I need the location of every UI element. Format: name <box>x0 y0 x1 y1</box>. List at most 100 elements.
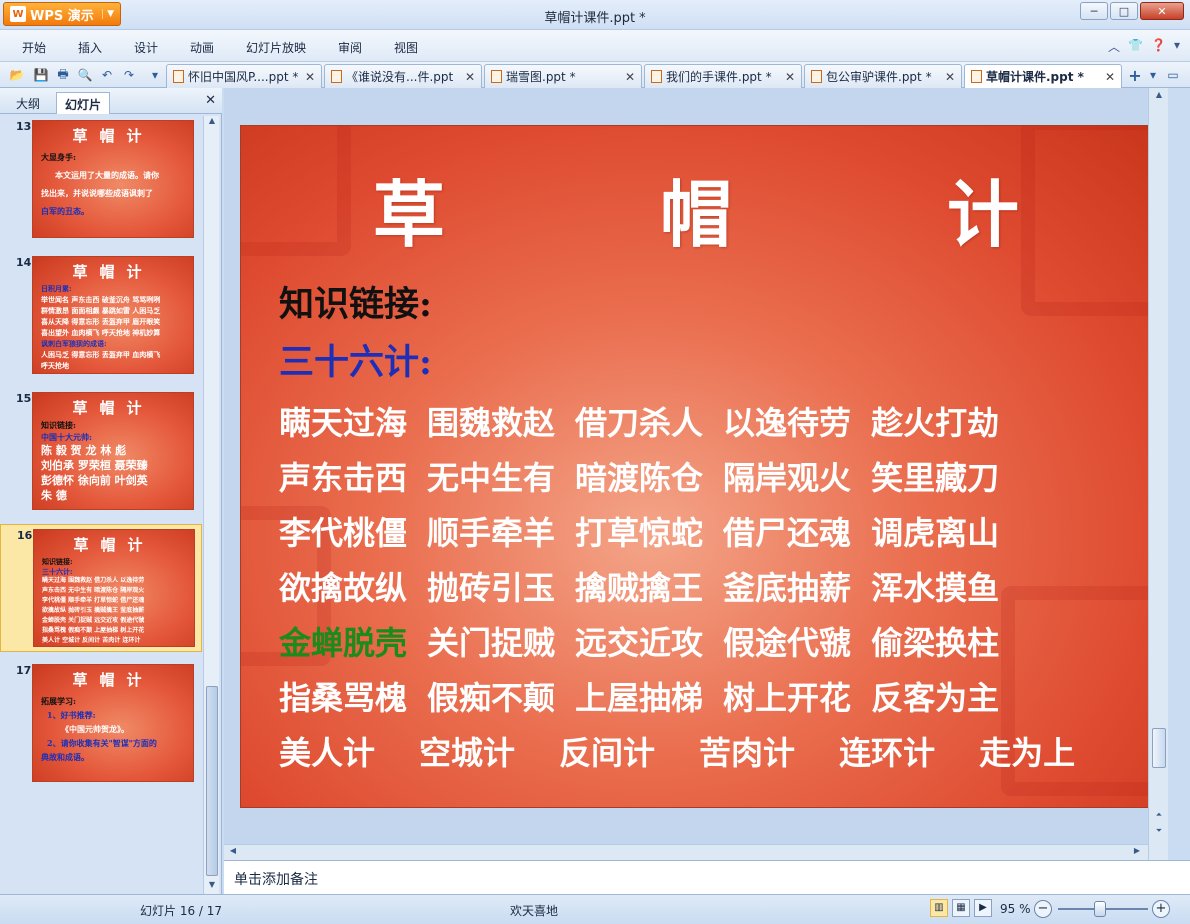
customize-toolbar-icon[interactable]: ▾ <box>146 66 164 84</box>
zoom-in-button[interactable]: + <box>1152 900 1170 918</box>
open-folder-icon[interactable]: 📂 <box>8 66 26 84</box>
stratagem: 反客为主 <box>871 679 1000 717</box>
menu-review[interactable]: 审阅 <box>338 39 362 56</box>
menu-view[interactable]: 视图 <box>394 39 418 56</box>
tab-document-5[interactable]: 包公审驴课件.ppt * ✕ <box>804 64 962 88</box>
scroll-up-icon[interactable]: ▲ <box>1152 90 1166 104</box>
stratagem: 偷梁换柱 <box>871 624 1000 662</box>
slide-thumbnail-17[interactable]: 17 草帽计 拓展学习: 1、好书推荐: 《中国元帅贺龙》。 2、请你收集有关"… <box>0 660 202 788</box>
print-icon[interactable]: 🖶 <box>54 66 72 84</box>
slide-number: 13 <box>16 120 32 133</box>
slide-counter: 幻灯片 16 / 17 <box>140 904 223 918</box>
slide-thumbnail-14[interactable]: 14 草帽计 日积月累: 举世闻名 声东击西 破釜沉舟 骂骂咧咧 群情激昂 面面… <box>0 252 202 380</box>
ppt-file-icon <box>331 70 342 83</box>
redo-icon[interactable]: ↷ <box>120 66 138 84</box>
undo-icon[interactable]: ↶ <box>98 66 116 84</box>
scroll-down-icon[interactable]: ▼ <box>205 880 219 894</box>
scroll-right-icon[interactable]: ▶ <box>1130 846 1144 860</box>
thumb-line: 美人计 空城计 反间计 苦肉计 连环计 <box>42 637 141 644</box>
slide-title: 草 帽 计 <box>372 172 1115 257</box>
stratagem: 借刀杀人 <box>575 404 704 442</box>
slide-thumbnail-15[interactable]: 15 草帽计 知识链接: 中国十大元帅: 陈 毅 贺 龙 林 彪 刘伯承 罗荣桓… <box>0 388 202 516</box>
collapse-ribbon-icon[interactable]: ︿ <box>1108 38 1120 55</box>
stratagem-row: 美人计 空城计 反间计 苦肉计 连环计 走为上 <box>279 728 1119 772</box>
scroll-left-icon[interactable]: ◀ <box>226 846 240 860</box>
tab-list-dropdown-icon[interactable]: ▾ <box>1144 66 1162 84</box>
zoom-slider-handle[interactable] <box>1094 901 1106 917</box>
stratagem: 隔岸观火 <box>723 459 852 497</box>
stratagem: 趁火打劫 <box>871 404 1000 442</box>
next-slide-icon[interactable]: ⏷ <box>1152 826 1166 840</box>
edit-vertical-scrollbar[interactable]: ▲ ⏶ ⏷ <box>1148 88 1168 860</box>
tab-document-3[interactable]: 瑞雪图.ppt * ✕ <box>484 64 642 88</box>
ppt-file-icon <box>971 70 982 83</box>
thumb-line: 2、请你收集有关"智谋"方面的 <box>47 738 157 748</box>
scrollbar-thumb[interactable] <box>1152 728 1166 768</box>
zoom-out-button[interactable]: − <box>1034 900 1052 918</box>
more-dropdown-icon[interactable]: ▾ <box>1174 38 1180 55</box>
thumb-title: 草帽计 <box>72 263 154 281</box>
thumb-line: 典故和成语。 <box>41 752 89 762</box>
ppt-file-icon <box>491 70 502 83</box>
notes-placeholder: 单击添加备注 <box>234 872 318 888</box>
stratagem: 暗渡陈仓 <box>575 459 704 497</box>
skin-shirt-icon[interactable]: 👕 <box>1128 38 1143 55</box>
thumb-line: 瞒天过海 围魏救赵 借刀杀人 以逸待劳 <box>42 577 145 584</box>
slide-sorter-icon[interactable]: ▦ <box>952 899 970 917</box>
stratagem: 顺手牵羊 <box>427 514 556 552</box>
menu-slideshow[interactable]: 幻灯片放映 <box>246 39 306 56</box>
window-mode-icon[interactable]: ▭ <box>1164 66 1182 84</box>
edit-horizontal-scrollbar[interactable]: ◀ ▶ <box>224 844 1148 860</box>
tab-document-4[interactable]: 我们的手课件.ppt * ✕ <box>644 64 802 88</box>
close-tab-icon[interactable]: ✕ <box>779 70 795 84</box>
stratagem-row: 金蝉脱壳 关门捉贼 远交近攻 假途代虢 偷梁换柱 <box>279 618 1019 662</box>
tab-document-2[interactable]: 《谁说没有...件.ppt ✕ <box>324 64 482 88</box>
thumb-line: 群情激昂 面面相觑 暴跳如雷 人困马乏 <box>41 306 161 315</box>
thumb-line: 声东击西 无中生有 暗渡陈仓 隔岸观火 <box>42 587 145 594</box>
stratagem-highlighted: 金蝉脱壳 <box>279 624 408 662</box>
scrollbar-thumb[interactable] <box>206 686 218 876</box>
menu-animation[interactable]: 动画 <box>190 39 214 56</box>
tab-slides[interactable]: 幻灯片 <box>56 92 111 114</box>
stratagem: 指桑骂槐 <box>279 679 408 717</box>
previous-slide-icon[interactable]: ⏶ <box>1152 810 1166 824</box>
help-icon[interactable]: ❓ <box>1151 38 1166 55</box>
thumb-line: 陈 毅 贺 龙 林 彪 <box>41 444 127 457</box>
menu-home[interactable]: 开始 <box>22 39 46 56</box>
notes-pane[interactable]: 单击添加备注 <box>224 860 1190 894</box>
normal-view-icon[interactable]: ▥ <box>930 899 948 917</box>
slide-preview: 草帽计 拓展学习: 1、好书推荐: 《中国元帅贺龙》。 2、请你收集有关"智谋"… <box>32 664 194 782</box>
tab-outline[interactable]: 大纲 <box>8 92 48 114</box>
menu-design[interactable]: 设计 <box>134 39 158 56</box>
tab-document-active[interactable]: 草帽计课件.ppt * ✕ <box>964 64 1122 88</box>
menu-insert[interactable]: 插入 <box>78 39 102 56</box>
tab-label: 《谁说没有...件.ppt <box>346 70 454 84</box>
thumb-title: 草帽计 <box>72 127 154 145</box>
thumb-line: 喜出望外 血肉横飞 呼天抢地 神机妙算 <box>41 328 161 337</box>
stratagem: 上屋抽梯 <box>575 679 704 717</box>
close-tab-icon[interactable]: ✕ <box>459 70 475 84</box>
stratagem: 空城计 <box>419 734 516 772</box>
new-tab-icon[interactable]: + <box>1126 66 1144 85</box>
tab-label: 怀旧中国风P....ppt * <box>188 70 299 84</box>
save-icon[interactable]: 💾 <box>32 66 50 84</box>
tab-label: 包公审驴课件.ppt * <box>826 70 932 84</box>
tab-document-1[interactable]: 怀旧中国风P....ppt * ✕ <box>166 64 322 88</box>
close-tab-icon[interactable]: ✕ <box>939 70 955 84</box>
close-tab-icon[interactable]: ✕ <box>1099 70 1115 84</box>
stratagem: 打草惊蛇 <box>575 514 704 552</box>
current-slide[interactable]: 草 帽 计 知识链接: 三十六计: 瞒天过海 围魏救赵 借刀杀人 以逸待劳 趁火打劫 声… <box>240 125 1152 808</box>
close-window-button[interactable]: ✕ <box>1140 2 1184 20</box>
print-preview-icon[interactable]: 🔍 <box>76 66 94 84</box>
close-tab-icon[interactable]: ✕ <box>299 70 315 84</box>
minimize-button[interactable]: ─ <box>1080 2 1108 20</box>
slideshow-icon[interactable]: ▶ <box>974 899 992 917</box>
close-panel-icon[interactable]: ✕ <box>205 93 216 108</box>
slide-thumbnail-13[interactable]: 13 草帽计 大显身手: 本文运用了大量的成语。请你 找出来，并说说哪些成语讽刺… <box>0 116 202 244</box>
maximize-button[interactable]: □ <box>1110 2 1138 20</box>
scroll-up-icon[interactable]: ▲ <box>205 116 219 130</box>
slides-panel-scrollbar[interactable]: ▲ ▼ <box>203 116 219 894</box>
close-tab-icon[interactable]: ✕ <box>619 70 635 84</box>
thumb-line: 三十六计: <box>42 567 73 576</box>
slide-thumbnail-16[interactable]: 16 草帽计 知识链接: 三十六计: 瞒天过海 围魏救赵 借刀杀人 以逸待劳 声… <box>0 524 202 652</box>
